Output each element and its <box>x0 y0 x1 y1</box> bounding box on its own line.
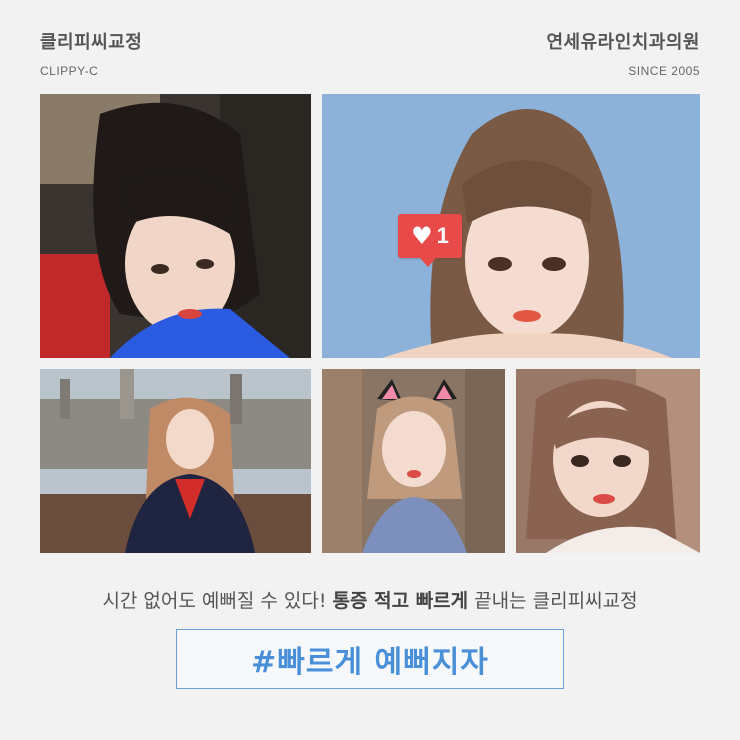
heart-icon: ♥ <box>411 222 433 250</box>
brand-title-clippy: 클리피씨교정 <box>40 32 143 53</box>
tagline-bold: 통증 적고 빠르게 <box>332 590 469 612</box>
hashtag-text: #빠르게 예뻐지자 <box>251 645 489 680</box>
photo-school-uniform-rooftop <box>40 369 311 553</box>
tagline: 시간 없어도 예뻐질 수 있다! 통증 적고 빠르게 끝내는 클리피씨교정 <box>0 586 740 613</box>
like-badge: ♥ 1 <box>398 214 462 267</box>
brand-subtitle-since: SINCE 2005 <box>628 64 700 78</box>
tagline-part2: 끝내는 클리피씨교정 <box>474 590 638 612</box>
hashtag-box: #빠르게 예뻐지자 <box>176 629 564 689</box>
photo-selfie-indoor <box>516 369 700 553</box>
photo-portrait-blue-background <box>322 94 700 358</box>
brand-title-clinic: 연세유라인치과의원 <box>546 32 700 53</box>
photo-cat-ears <box>322 369 505 553</box>
brand-subtitle-clippy: CLIPPY-C <box>40 64 99 78</box>
tagline-part1: 시간 없어도 예뻐질 수 있다! <box>102 590 327 612</box>
brand-left: 클리피씨교정 CLIPPY-C <box>40 28 142 78</box>
brand-right: 연세유라인치과의원 SINCE 2005 <box>546 28 700 78</box>
photo-selfie-blue-top <box>40 94 311 358</box>
like-count: 1 <box>436 223 449 248</box>
